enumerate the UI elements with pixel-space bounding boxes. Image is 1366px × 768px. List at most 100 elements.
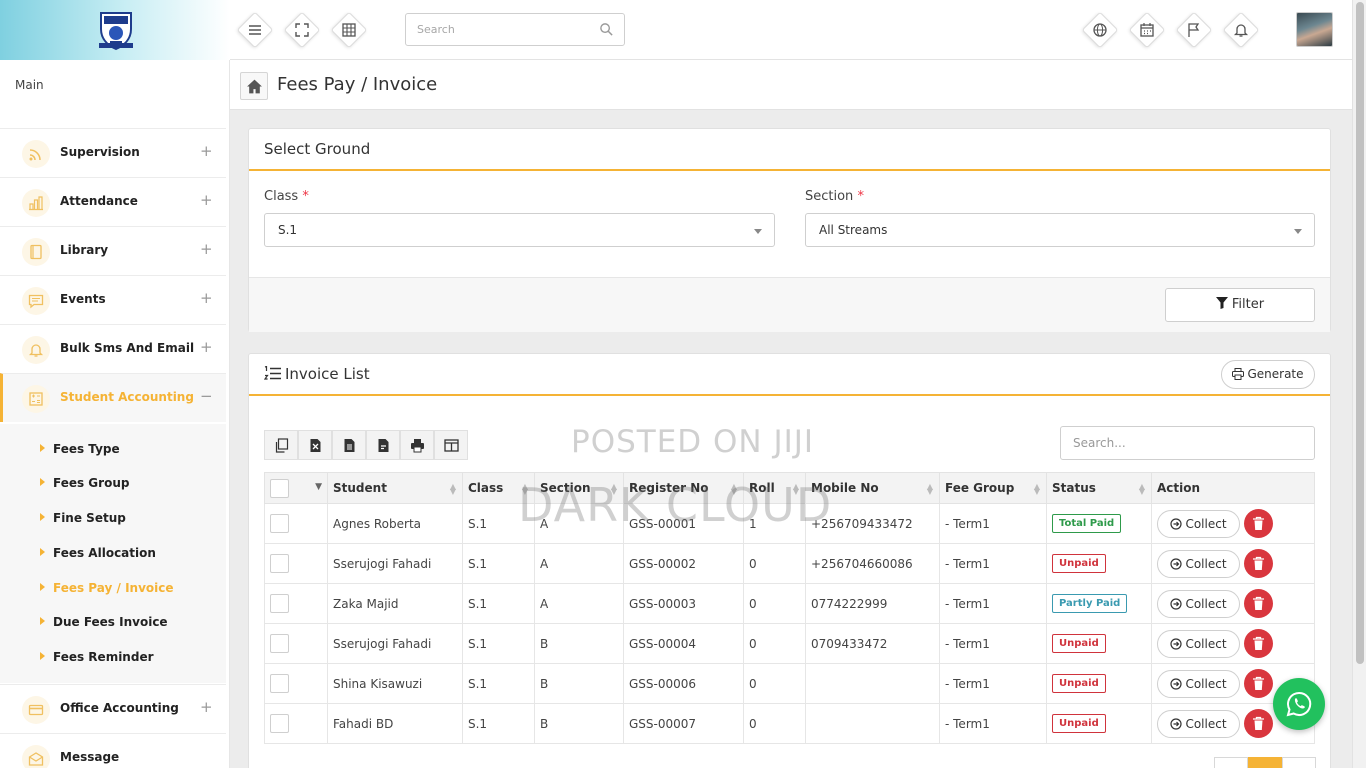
submenu-item-fees-reminder[interactable]: Fees Reminder <box>40 650 154 664</box>
submenu-item-fine-setup[interactable]: Fine Setup <box>40 511 126 525</box>
sidebar-item-student-accounting[interactable]: Student Accounting − <box>0 373 226 422</box>
prev-page-button[interactable]: ‹ <box>1214 757 1248 768</box>
sidebar-item-message[interactable]: Message <box>0 733 226 768</box>
delete-button[interactable] <box>1244 629 1273 658</box>
table-search-input[interactable] <box>1061 427 1301 459</box>
generate-button[interactable]: Generate <box>1221 360 1315 389</box>
row-checkbox[interactable] <box>270 554 289 573</box>
whatsapp-chat-button[interactable] <box>1273 678 1325 730</box>
delete-button[interactable] <box>1244 669 1273 698</box>
columns-visibility-button[interactable] <box>434 430 468 460</box>
submenu-item-fees-group[interactable]: Fees Group <box>40 476 129 490</box>
sort-icon[interactable]: ▲ ▼ <box>450 483 456 496</box>
sidebar-item-events[interactable]: Events + <box>0 275 226 324</box>
arrow-circle-right-icon <box>1170 677 1183 690</box>
sidebar-section-label: Main <box>15 78 44 92</box>
delete-button[interactable] <box>1244 709 1273 738</box>
sidebar-item-library[interactable]: Library + <box>0 226 226 275</box>
top-bar <box>0 0 1352 60</box>
class-select[interactable]: S.1 <box>264 213 775 247</box>
school-logo[interactable] <box>97 9 135 51</box>
expand-toggle[interactable]: + <box>200 240 213 258</box>
row-checkbox[interactable] <box>270 514 289 533</box>
sort-icon[interactable]: ▲ ▼ <box>927 483 933 496</box>
sort-icon[interactable]: ▲ ▼ <box>1034 483 1040 496</box>
status-cell: Unpaid <box>1046 663 1152 704</box>
delete-button[interactable] <box>1244 549 1273 578</box>
submenu-item-due-fees-invoice[interactable]: Due Fees Invoice <box>40 615 168 629</box>
status-badge: Total Paid <box>1052 514 1122 533</box>
page-scrollbar[interactable] <box>1352 0 1366 768</box>
chevron-down-icon[interactable]: ▼ <box>315 483 322 492</box>
submenu-label: Fees Allocation <box>53 546 156 560</box>
delete-button[interactable] <box>1244 509 1273 538</box>
fullscreen-button[interactable] <box>283 11 321 49</box>
table-row: Sserujogi Fahadi S.1 B GSS-00004 0 0709433472… <box>264 623 1315 664</box>
register-no-cell: GSS-00002 <box>623 543 744 584</box>
caret-right-icon <box>40 652 45 660</box>
language-button[interactable] <box>1081 11 1119 49</box>
trash-icon <box>1253 516 1264 530</box>
delete-button[interactable] <box>1244 589 1273 618</box>
col-fee-group[interactable]: Fee Group ▲ ▼ <box>939 472 1047 504</box>
collect-button[interactable]: Collect <box>1157 629 1240 658</box>
sidebar-item-attendance[interactable]: Attendance + <box>0 177 226 226</box>
collect-button[interactable]: Collect <box>1157 549 1240 578</box>
select-all-checkbox[interactable] <box>270 478 289 498</box>
expand-toggle[interactable]: + <box>200 142 213 160</box>
filter-icon <box>1215 297 1228 309</box>
print-button[interactable] <box>400 430 434 460</box>
calendar-button[interactable] <box>1128 11 1166 49</box>
expand-toggle[interactable]: + <box>200 191 213 209</box>
caret-right-icon <box>40 583 45 591</box>
notifications-button[interactable] <box>1222 11 1260 49</box>
print-icon <box>1232 368 1245 380</box>
flag-button[interactable] <box>1175 11 1213 49</box>
global-search-input[interactable] <box>406 14 591 45</box>
row-checkbox[interactable] <box>270 594 289 613</box>
collect-button[interactable]: Collect <box>1157 589 1240 618</box>
menu-toggle-button[interactable] <box>236 11 274 49</box>
filter-button[interactable]: Filter <box>1165 288 1315 322</box>
copy-button[interactable] <box>264 430 298 460</box>
search-icon[interactable] <box>599 22 614 37</box>
sort-icon[interactable]: ▲ ▼ <box>1139 483 1145 496</box>
row-checkbox[interactable] <box>270 674 289 693</box>
global-search[interactable] <box>405 13 625 46</box>
submenu-item-fees-allocation[interactable]: Fees Allocation <box>40 546 156 560</box>
row-checkbox[interactable] <box>270 714 289 733</box>
csv-export-button[interactable] <box>332 430 366 460</box>
expand-toggle[interactable]: + <box>200 289 213 307</box>
apps-grid-button[interactable] <box>330 11 368 49</box>
submenu-item-fees-type[interactable]: Fees Type <box>40 442 120 456</box>
submenu-label: Fees Pay / Invoice <box>53 581 174 595</box>
sidebar-item-office-accounting[interactable]: Office Accounting + <box>0 684 226 733</box>
section-select[interactable]: All Streams <box>805 213 1315 247</box>
expand-toggle[interactable]: + <box>200 338 213 356</box>
submenu-item-fees-pay-invoice[interactable]: Fees Pay / Invoice <box>40 581 174 595</box>
section-cell: A <box>534 543 624 584</box>
book-icon <box>30 244 42 260</box>
collect-button[interactable]: Collect <box>1157 709 1240 738</box>
collapse-toggle[interactable]: − <box>200 387 213 405</box>
col-student[interactable]: Student ▲ ▼ <box>327 472 463 504</box>
fee-group-cell: - Term1 <box>939 663 1047 704</box>
expand-toggle[interactable]: + <box>200 698 213 716</box>
fee-group-cell: - Term1 <box>939 623 1047 664</box>
select-all-header[interactable]: ▼ <box>264 472 328 504</box>
bar-chart-icon <box>29 196 43 211</box>
current-page-button[interactable] <box>1248 757 1282 768</box>
next-page-button[interactable]: › <box>1282 757 1316 768</box>
row-checkbox[interactable] <box>270 634 289 653</box>
sidebar-item-supervision[interactable]: Supervision + <box>0 128 226 177</box>
table-search[interactable] <box>1060 426 1315 460</box>
user-avatar[interactable] <box>1296 12 1333 47</box>
pdf-export-button[interactable] <box>366 430 400 460</box>
collect-button[interactable]: Collect <box>1157 509 1240 538</box>
collect-button[interactable]: Collect <box>1157 669 1240 698</box>
sidebar-item-bulk-sms[interactable]: Bulk Sms And Email + <box>0 324 226 373</box>
home-button[interactable] <box>240 72 268 100</box>
excel-export-button[interactable] <box>298 430 332 460</box>
col-status[interactable]: Status ▲ ▼ <box>1046 472 1152 504</box>
scrollbar-thumb[interactable] <box>1356 2 1364 664</box>
